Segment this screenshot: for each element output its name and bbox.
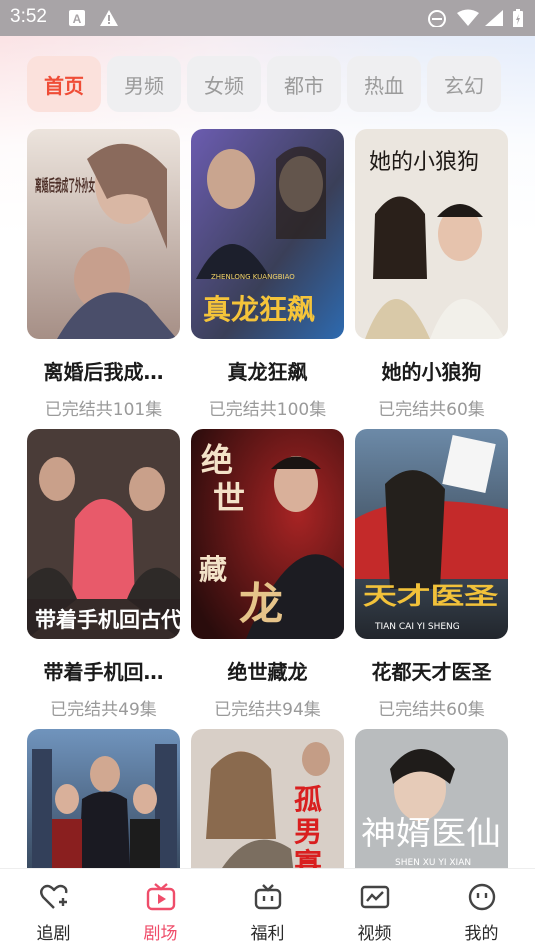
svg-text:离婚后我成了外孙女: 离婚后我成了外孙女 bbox=[35, 176, 95, 195]
drama-poster[interactable]: 天才医圣 TIAN CAI YI SHENG bbox=[355, 429, 508, 639]
tv-icon bbox=[146, 883, 176, 911]
nav-item-welfare[interactable]: 福利 bbox=[214, 869, 321, 952]
drama-card[interactable]: 神婿医仙 SHEN XU YI XIAN bbox=[355, 729, 508, 868]
svg-text:她的小狼狗: 她的小狼狗 bbox=[369, 150, 479, 175]
svg-text:天才医圣: 天才医圣 bbox=[363, 582, 499, 610]
drama-episodes: 已完结共49集 bbox=[50, 700, 157, 720]
drama-card[interactable] bbox=[27, 729, 180, 868]
svg-text:A: A bbox=[73, 12, 82, 26]
drama-poster[interactable]: 孤 男 寡 bbox=[191, 729, 344, 868]
tab-female[interactable]: 女频 bbox=[187, 56, 261, 112]
svg-text:ZHENLONG KUANGBIAO: ZHENLONG KUANGBIAO bbox=[211, 273, 295, 281]
tab-hot-blood[interactable]: 热血 bbox=[347, 56, 421, 112]
drama-card[interactable]: 她的小狼狗 她的小狼狗 已完结共60集 bbox=[355, 129, 508, 420]
wifi-icon bbox=[457, 9, 479, 26]
drama-episodes: 已完结共101集 bbox=[44, 400, 163, 420]
svg-text:真龙狂飙: 真龙狂飙 bbox=[203, 293, 315, 326]
heart-plus-icon bbox=[40, 884, 68, 909]
drama-poster[interactable]: 她的小狼狗 bbox=[355, 129, 508, 339]
drama-card[interactable]: 孤 男 寡 bbox=[191, 729, 344, 868]
tab-home[interactable]: 首页 bbox=[27, 56, 101, 112]
nav-item-follow[interactable]: 追剧 bbox=[0, 869, 107, 952]
svg-text:神婿医仙: 神婿医仙 bbox=[361, 814, 501, 852]
nav-item-theater[interactable]: 剧场 bbox=[107, 869, 214, 952]
nav-label: 追剧 bbox=[36, 924, 71, 944]
bottom-nav: 追剧 剧场 福利 视频 我的 bbox=[0, 868, 535, 952]
drama-title[interactable]: 真龙狂飙 bbox=[191, 356, 344, 385]
nav-label: 福利 bbox=[250, 924, 285, 944]
drama-card[interactable]: ZHENLONG KUANGBIAO 真龙狂飙 真龙狂飙 已完结共100集 bbox=[191, 129, 344, 420]
svg-text:男: 男 bbox=[294, 815, 322, 848]
drama-episodes: 已完结共94集 bbox=[214, 700, 321, 720]
drama-title[interactable]: 她的小狼狗 bbox=[355, 356, 508, 385]
tab-fantasy[interactable]: 玄幻 bbox=[427, 56, 501, 112]
status-time: 3:52 bbox=[10, 6, 47, 27]
drama-episodes: 已完结共60集 bbox=[378, 700, 485, 720]
drama-title[interactable]: 花都天才医圣 bbox=[355, 656, 508, 685]
drama-poster[interactable]: 神婿医仙 SHEN XU YI XIAN bbox=[355, 729, 508, 868]
nav-item-profile[interactable]: 我的 bbox=[428, 869, 535, 952]
drama-poster[interactable] bbox=[27, 729, 180, 868]
svg-text:SHEN XU YI XIAN: SHEN XU YI XIAN bbox=[395, 858, 471, 868]
do-not-disturb-icon bbox=[428, 10, 446, 27]
drama-poster[interactable]: 绝 世 藏 龙 bbox=[191, 429, 344, 639]
tab-urban[interactable]: 都市 bbox=[267, 56, 341, 112]
drama-poster[interactable]: 带着手机回古代 bbox=[27, 429, 180, 639]
svg-text:藏: 藏 bbox=[199, 553, 227, 586]
profile-icon bbox=[468, 883, 496, 911]
drama-card[interactable]: 天才医圣 TIAN CAI YI SHENG 花都天才医圣 已完结共60集 bbox=[355, 429, 508, 720]
signal-icon bbox=[485, 10, 503, 26]
video-icon bbox=[360, 885, 390, 909]
category-tabs: 首页 男频 女频 都市 热血 玄幻 bbox=[27, 56, 527, 112]
drama-episodes: 已完结共100集 bbox=[208, 400, 327, 420]
svg-text:龙: 龙 bbox=[239, 579, 283, 630]
svg-text:带着手机回古代: 带着手机回古代 bbox=[35, 608, 180, 632]
battery-icon bbox=[513, 9, 523, 27]
drama-poster[interactable]: ZHENLONG KUANGBIAO 真龙狂飙 bbox=[191, 129, 344, 339]
drama-title[interactable]: 离婚后我成… bbox=[27, 356, 180, 385]
nav-label: 我的 bbox=[464, 924, 499, 944]
svg-text:绝: 绝 bbox=[201, 441, 233, 479]
drama-poster[interactable]: 离婚后我成了外孙女 bbox=[27, 129, 180, 339]
tab-male[interactable]: 男频 bbox=[107, 56, 181, 112]
keyboard-a-icon: A bbox=[69, 10, 85, 26]
drama-card[interactable]: 绝 世 藏 龙 绝世藏龙 已完结共94集 bbox=[191, 429, 344, 720]
svg-text:TIAN CAI YI SHENG: TIAN CAI YI SHENG bbox=[374, 622, 460, 632]
drama-card[interactable]: 带着手机回古代 带着手机回… 已完结共49集 bbox=[27, 429, 180, 720]
svg-text:世: 世 bbox=[213, 479, 245, 517]
nav-item-video[interactable]: 视频 bbox=[321, 869, 428, 952]
drama-episodes: 已完结共60集 bbox=[378, 400, 485, 420]
drama-title[interactable]: 绝世藏龙 bbox=[191, 656, 344, 685]
drama-title[interactable]: 带着手机回… bbox=[27, 656, 180, 685]
main-content: 首页 男频 女频 都市 热血 玄幻 离婚后我成了外孙女 离婚后我成… 已完结共1… bbox=[0, 36, 535, 868]
warning-icon bbox=[100, 10, 118, 26]
svg-text:寡: 寡 bbox=[293, 847, 323, 868]
drama-card[interactable]: 离婚后我成了外孙女 离婚后我成… 已完结共101集 bbox=[27, 129, 180, 420]
status-bar: 3:52 A bbox=[0, 0, 535, 36]
svg-text:孤: 孤 bbox=[294, 783, 322, 816]
gift-tv-icon bbox=[254, 884, 282, 910]
nav-label: 视频 bbox=[357, 924, 392, 944]
nav-label: 剧场 bbox=[143, 924, 178, 944]
